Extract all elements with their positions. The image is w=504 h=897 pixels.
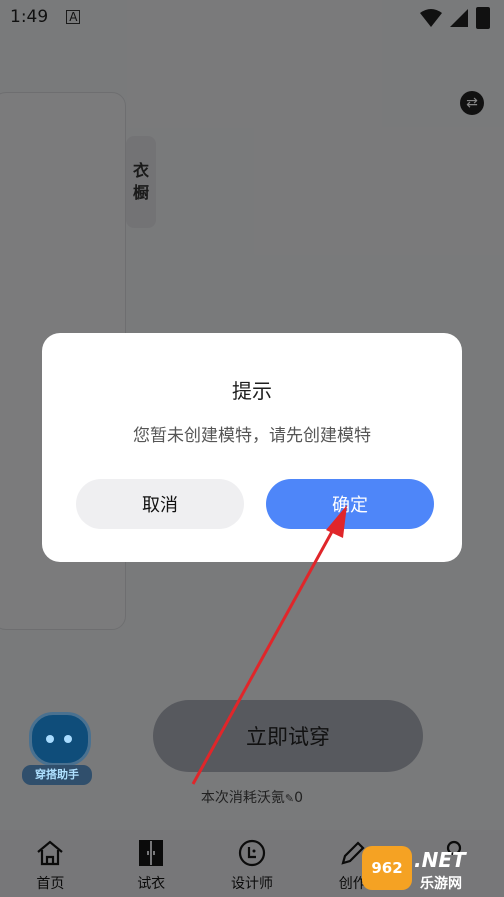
watermark: 962 .NET 乐游网 — [362, 846, 500, 892]
try-on-button[interactable]: 立即试穿 — [153, 700, 423, 772]
robot-head-icon — [29, 712, 91, 766]
nav-designer[interactable]: 设计师 — [207, 830, 297, 893]
wardrobe-icon — [106, 838, 196, 868]
watermark-domain: .NET — [414, 848, 466, 872]
confirm-button[interactable]: 确定 — [266, 479, 434, 529]
home-icon — [5, 838, 95, 868]
watermark-name: 乐游网 — [420, 876, 462, 892]
edit-icon: ✎ — [284, 792, 295, 805]
robot-eye-icon — [64, 735, 72, 743]
nav-fitting-label: 试衣 — [137, 876, 166, 892]
consumption-value: 0 — [294, 790, 304, 806]
assistant-robot[interactable]: 穿搭助手 — [22, 712, 92, 788]
watermark-logo: 962 — [362, 846, 412, 890]
prompt-dialog: 提示 您暂未创建模特，请先创建模特 取消 确定 — [42, 333, 462, 562]
consumption-text: 本次消耗沃氪 — [200, 790, 285, 806]
dialog-message: 您暂未创建模特，请先创建模特 — [133, 426, 371, 446]
assistant-label: 穿搭助手 — [22, 765, 92, 785]
cancel-button[interactable]: 取消 — [76, 479, 244, 529]
nav-fitting[interactable]: 试衣 — [106, 830, 196, 893]
designer-icon — [207, 838, 297, 868]
nav-home-label: 首页 — [36, 876, 65, 892]
nav-designer-label: 设计师 — [230, 876, 273, 892]
consumption-info: 本次消耗沃氪✎0 — [0, 787, 504, 807]
robot-eye-icon — [46, 735, 54, 743]
dialog-title: 提示 — [232, 379, 272, 403]
nav-home[interactable]: 首页 — [5, 830, 95, 893]
